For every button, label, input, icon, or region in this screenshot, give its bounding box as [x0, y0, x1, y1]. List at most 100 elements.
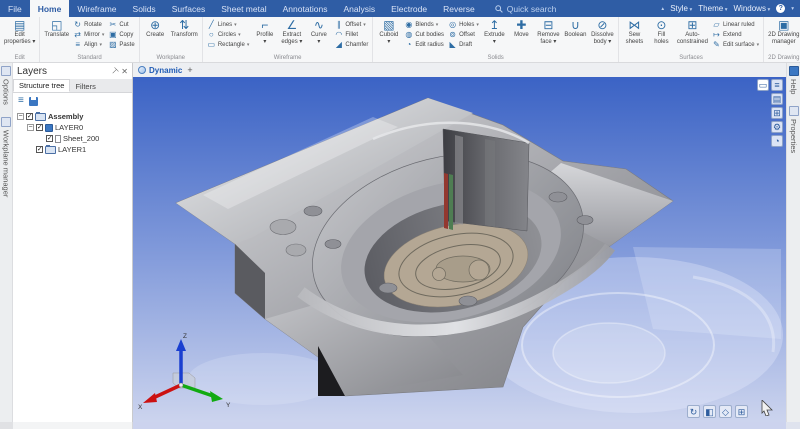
edit-surface-button[interactable]: ✎Edit surface▾	[712, 40, 759, 49]
remove-face-button[interactable]: ⊟Removeface ▾	[535, 18, 562, 54]
linear-ruled-button[interactable]: ▱Linear ruled	[712, 20, 759, 29]
paste-button[interactable]: ▨Paste	[108, 40, 134, 49]
tree-row[interactable]: −✓Assembly	[13, 111, 132, 122]
2d-drawing-manager-button[interactable]: ▣2D Drawingmanager	[766, 18, 800, 54]
multi-view-icon[interactable]: ⊞	[735, 405, 748, 418]
menu-tab-analysis[interactable]: Analysis	[336, 0, 384, 17]
auto-constrained-button[interactable]: ⊞Auto-constrained	[675, 18, 710, 54]
transform-workplane-button[interactable]: ⇅Transform	[169, 18, 200, 54]
boolean-button[interactable]: ∪Boolean	[562, 18, 589, 54]
menu-tab-solids[interactable]: Solids	[125, 0, 164, 17]
orbit-icon[interactable]: ↻	[687, 405, 700, 418]
extract-edges-button[interactable]: ∠Extractedges ▾	[278, 18, 305, 54]
viewport-3d-scene[interactable]: Z X Y	[133, 77, 786, 422]
shaded-view-icon[interactable]: ◧	[703, 405, 716, 418]
offset-button[interactable]: ∥Offset▾	[334, 20, 368, 29]
help-menu-icon[interactable]: ?	[776, 4, 785, 13]
edit-surface-icon: ✎	[712, 41, 721, 49]
holes-button[interactable]: ◎Holes▾	[448, 20, 479, 29]
fillet-button[interactable]: ◠Fillet	[334, 30, 368, 39]
curve-button[interactable]: ∿Curve▾	[305, 18, 332, 54]
profile-button[interactable]: ⌐Profile▾	[251, 18, 278, 54]
rotate-button[interactable]: ↻Rotate	[73, 20, 104, 29]
sew-sheets-button[interactable]: ⋈Sewsheets	[621, 18, 648, 54]
viewport-3d[interactable]: Z X Y ▭≡▤⊞⚙◔ ↻◧◇⊞	[133, 77, 786, 422]
save-icon[interactable]	[29, 97, 38, 106]
rectangle-button[interactable]: ▭Rectangle▾	[207, 40, 250, 49]
menu-style[interactable]: Style ▾	[670, 4, 692, 13]
mirror-icon: ⇄	[73, 31, 82, 39]
collapse-ribbon-icon[interactable]: ▴	[661, 6, 664, 12]
auto-constrained-icon: ⊞	[687, 19, 697, 32]
panel-tab-structure-tree[interactable]: Structure tree	[13, 79, 70, 92]
visibility-checkbox[interactable]: ✓	[46, 135, 53, 142]
view-orientation-icon[interactable]: ◔	[771, 135, 783, 147]
move-button[interactable]: ✚Move	[508, 18, 535, 54]
extrude-button[interactable]: ↥Extrude▾	[481, 18, 508, 54]
menu-tab-electrode[interactable]: Electrode	[383, 0, 435, 17]
help-caret-icon[interactable]: ▾	[791, 6, 794, 12]
draft-button[interactable]: ◣Draft	[448, 40, 479, 49]
menu-tab-annotations[interactable]: Annotations	[275, 0, 336, 17]
viewport-menu-icon[interactable]: ≡	[771, 79, 783, 91]
circles-button[interactable]: ○Circles▾	[207, 30, 250, 39]
lines-button[interactable]: ╱Lines▾	[207, 20, 250, 29]
layer-stack-icon[interactable]: ≡	[18, 96, 24, 106]
translate-button[interactable]: ◱Translate	[42, 18, 71, 54]
align-button[interactable]: ≡Align▾	[73, 40, 104, 49]
copy-button[interactable]: ▣Copy	[108, 30, 134, 39]
pin-icon[interactable]: ⊤	[109, 65, 120, 76]
collapse-icon[interactable]: −	[27, 124, 34, 131]
cut-bodies-button[interactable]: ◍Cut bodies	[404, 30, 444, 39]
menu-tab-home[interactable]: Home	[30, 0, 70, 17]
close-icon[interactable]: ✕	[121, 67, 128, 76]
tree-item-label: Sheet_200	[63, 134, 99, 143]
fillet-icon: ◠	[334, 31, 343, 39]
dock-tab-properties[interactable]: Properties	[789, 106, 799, 153]
menu-tab-surfaces[interactable]: Surfaces	[164, 0, 214, 17]
menu-tab-sheet-metal[interactable]: Sheet metal	[213, 0, 274, 17]
profile-icon: ⌐	[261, 19, 268, 32]
cuboid-button[interactable]: ▧Cuboid▾	[375, 18, 402, 54]
notes-icon[interactable]: ▤	[771, 93, 783, 105]
tree-row[interactable]: −✓LAYER0	[13, 122, 132, 133]
tab-dynamic[interactable]: Dynamic	[138, 66, 182, 75]
grid-view-icon[interactable]: ⊞	[771, 107, 783, 119]
wireframe-view-icon[interactable]: ◇	[719, 405, 732, 418]
panel-tab-filters[interactable]: Filters	[70, 81, 100, 92]
menu-tab-reverse[interactable]: Reverse	[435, 0, 483, 17]
layers-toolbar: ≡	[13, 93, 132, 108]
extend-button[interactable]: ↦Extend	[712, 30, 759, 39]
fill-holes-button[interactable]: ⊙Fillholes	[648, 18, 675, 54]
model-sphere-icon	[138, 66, 146, 74]
menu-tab-file[interactable]: File	[0, 0, 30, 17]
cut-bodies-icon: ◍	[404, 31, 413, 39]
offset-solid-button[interactable]: ⊚Offset	[448, 30, 479, 39]
settings-gear-icon[interactable]: ⚙	[771, 121, 783, 133]
viewport-restore-icon[interactable]: ▭	[757, 79, 769, 91]
new-tab-button[interactable]: +	[187, 65, 192, 75]
chamfer-button[interactable]: ◢Chamfer	[334, 40, 368, 49]
dock-tab-options[interactable]: Options	[1, 66, 11, 105]
sew-sheets-icon: ⋈	[628, 19, 640, 32]
create-workplane-button[interactable]: ⊕Create	[142, 18, 169, 54]
visibility-checkbox[interactable]: ✓	[36, 124, 43, 131]
blends-button[interactable]: ◉Blends▾	[404, 20, 444, 29]
visibility-checkbox[interactable]: ✓	[36, 146, 43, 153]
dissolve-body-button[interactable]: ⊘Dissolvebody ▾	[589, 18, 616, 54]
edit-properties-button[interactable]: ▤Editproperties ▾	[2, 18, 37, 54]
quick-search[interactable]: Quick search	[495, 0, 557, 17]
visibility-checkbox[interactable]: ✓	[26, 113, 33, 120]
menu-windows[interactable]: Windows ▾	[733, 4, 770, 13]
cut-button[interactable]: ✂Cut	[108, 20, 134, 29]
edit-radius-button[interactable]: ◔Edit radius	[404, 40, 444, 49]
dock-tab-workplane-manager[interactable]: Workplane manager	[1, 117, 11, 197]
tree-row[interactable]: ✓LAYER1	[13, 144, 132, 155]
collapse-icon[interactable]: −	[17, 113, 24, 120]
mirror-button[interactable]: ⇄Mirror▾	[73, 30, 104, 39]
menu-theme[interactable]: Theme ▾	[698, 4, 727, 13]
dock-tab-help[interactable]: Help	[789, 66, 799, 94]
search-icon	[495, 5, 503, 13]
menu-tab-wireframe[interactable]: Wireframe	[69, 0, 124, 17]
tree-row[interactable]: ✓ Sheet_200	[13, 133, 132, 144]
